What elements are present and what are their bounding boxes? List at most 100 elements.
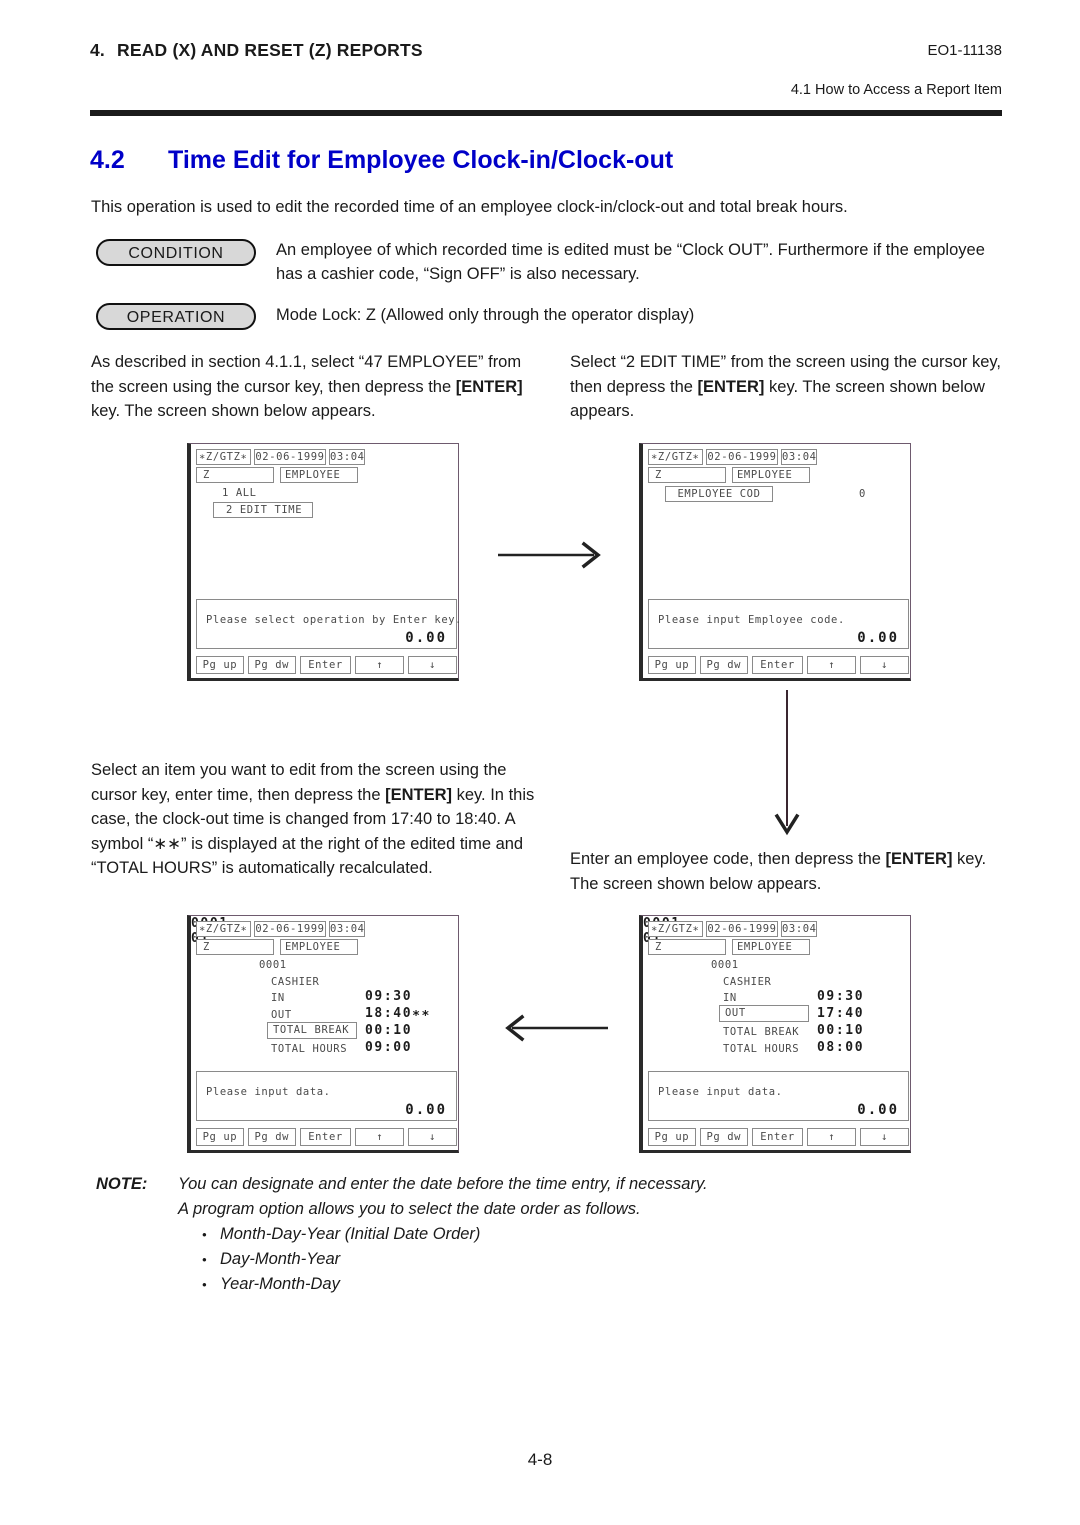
lcd-row-total-break-label[interactable]: TOTAL BREAK xyxy=(267,1022,357,1039)
softkey-arrow-down-icon[interactable]: ↓ xyxy=(408,1128,458,1146)
lcd-screen-employee-code: ∗Z/GTZ∗ 02-06-1999 03:04 Z EMPLOYEE EMPL… xyxy=(639,443,911,681)
lcd-softkey-row: Pg up Pg dw Enter ↑ ↓ xyxy=(196,656,458,674)
lcd-row-total-hours-label: TOTAL HOURS xyxy=(271,1043,348,1055)
lcd-message-text: Please input data. xyxy=(658,1086,783,1098)
softkey-enter[interactable]: Enter xyxy=(299,1128,352,1146)
header-doc-code: EO1-11138 xyxy=(927,42,1003,59)
lcd-message-box: Please input Employee code. 0.00 xyxy=(648,599,909,649)
lcd-employee-code-value: 0 xyxy=(859,488,866,500)
section-title-text: Time Edit for Employee Clock-in/Clock-ou… xyxy=(168,146,674,174)
lcd-menu-item-edit-time[interactable]: 2 EDIT TIME xyxy=(213,502,313,518)
enter-key-label: [ENTER] xyxy=(697,377,765,396)
note-label: NOTE: xyxy=(96,1175,148,1193)
lcd-cashier-label: CASHIER xyxy=(723,976,772,988)
step1-left-part-b: key. The screen shown below appears. xyxy=(91,402,376,420)
lcd-employee-code-value: 0001 xyxy=(259,959,287,971)
softkey-page-up[interactable]: Pg up xyxy=(648,1128,696,1146)
lcd-mode-field: ∗Z/GTZ∗ xyxy=(648,449,703,465)
lcd-row-total-break-value: 00:10 xyxy=(365,1023,413,1038)
lcd-mode-field: ∗Z/GTZ∗ xyxy=(648,921,703,937)
lcd-mode-z-field: Z xyxy=(196,467,274,483)
step2-right-part-a: Enter an employee code, then depress the xyxy=(570,850,886,868)
softkey-page-down[interactable]: Pg dw xyxy=(247,656,296,674)
lcd-row-total-hours-label: TOTAL HOURS xyxy=(723,1043,800,1055)
page-number: 4-8 xyxy=(527,1450,553,1469)
lcd-screen-time-edited: ∗Z/GTZ∗ 02-06-1999 03:04 Z EMPLOYEE 0001… xyxy=(187,915,459,1153)
softkey-enter[interactable]: Enter xyxy=(299,656,352,674)
lcd-employee-field: EMPLOYEE xyxy=(280,939,358,955)
flow-arrow-down-icon xyxy=(772,690,802,840)
note-body: You can designate and enter the date bef… xyxy=(178,1172,1002,1297)
header-chapter: 4. READ (X) AND RESET (Z) REPORTS xyxy=(90,40,423,61)
lcd-row-out-value: 18:40∗∗ xyxy=(365,1006,431,1021)
step1-right-text: Select “2 EDIT TIME” from the screen usi… xyxy=(570,350,1002,424)
note-line-1: You can designate and enter the date bef… xyxy=(178,1175,708,1193)
lcd-mode-field: ∗Z/GTZ∗ xyxy=(196,449,251,465)
lcd-softkey-row: Pg up Pg dw Enter ↑ ↓ xyxy=(648,656,910,674)
enter-key-label: [ENTER] xyxy=(455,377,523,396)
softkey-arrow-up-icon[interactable]: ↑ xyxy=(355,1128,405,1146)
intro-paragraph: This operation is used to edit the recor… xyxy=(91,198,848,216)
softkey-page-up[interactable]: Pg up xyxy=(196,656,244,674)
operation-text: Mode Lock: Z (Allowed only through the o… xyxy=(276,306,695,324)
note-list: Month-Day-Year (Initial Date Order) Day-… xyxy=(178,1222,1002,1297)
softkey-enter[interactable]: Enter xyxy=(751,1128,804,1146)
softkey-arrow-down-icon[interactable]: ↓ xyxy=(860,1128,910,1146)
header-divider xyxy=(90,110,1002,116)
page-title: 4.2 Time Edit for Employee Clock-in/Clock… xyxy=(90,146,1002,175)
softkey-page-down[interactable]: Pg dw xyxy=(699,1128,748,1146)
lcd-softkey-row: Pg up Pg dw Enter ↑ ↓ xyxy=(648,1128,910,1146)
lcd-amount-value: 0.00 xyxy=(857,630,899,646)
lcd-menu-item-all[interactable]: 1 ALL xyxy=(222,486,257,500)
softkey-page-down[interactable]: Pg dw xyxy=(699,656,748,674)
lcd-time-field: 03:04 xyxy=(329,449,365,465)
lcd-employee-field: EMPLOYEE xyxy=(732,467,810,483)
lcd-employee-field: EMPLOYEE xyxy=(280,467,358,483)
lcd-row-total-break-label[interactable]: TOTAL BREAK xyxy=(723,1025,799,1039)
lcd-time-field: 03:04 xyxy=(329,921,365,937)
lcd-date-field: 02-06-1999 xyxy=(254,449,326,465)
lcd-mode-z-field: Z xyxy=(648,939,726,955)
flow-arrow-right-icon xyxy=(498,540,608,570)
operation-badge: OPERATION xyxy=(96,303,256,330)
lcd-date-field: 02-06-1999 xyxy=(706,449,778,465)
lcd-row-total-hours-value: 09:00 xyxy=(365,1040,413,1055)
lcd-row-in-label[interactable]: IN xyxy=(271,991,285,1005)
lcd-softkey-row: Pg up Pg dw Enter ↑ ↓ xyxy=(196,1128,458,1146)
lcd-time-field: 03:04 xyxy=(781,921,817,937)
list-item: Day-Month-Year xyxy=(178,1247,1002,1272)
softkey-page-up[interactable]: Pg up xyxy=(196,1128,244,1146)
section-number: 4.2 xyxy=(90,146,125,174)
softkey-arrow-down-icon[interactable]: ↓ xyxy=(408,656,458,674)
lcd-date-field: 02-06-1999 xyxy=(254,921,326,937)
lcd-message-box: Please input data. 0.00 xyxy=(648,1071,909,1121)
note-line-2: A program option allows you to select th… xyxy=(178,1200,641,1218)
lcd-row-in-value: 09:30 xyxy=(365,989,413,1004)
lcd-row-in-label[interactable]: IN xyxy=(723,991,737,1005)
header-chapter-number: 4. xyxy=(90,40,105,60)
header-sub-reference: 4.1 How to Access a Report Item xyxy=(790,82,1002,98)
softkey-arrow-down-icon[interactable]: ↓ xyxy=(860,656,910,674)
lcd-amount-value: 0.00 xyxy=(405,630,447,646)
enter-key-label: [ENTER] xyxy=(885,850,953,868)
lcd-row-total-hours-value: 08:00 xyxy=(817,1040,865,1055)
lcd-time-field: 03:04 xyxy=(781,449,817,465)
softkey-page-up[interactable]: Pg up xyxy=(648,656,696,674)
lcd-employee-code-label[interactable]: EMPLOYEE COD xyxy=(665,486,773,502)
lcd-amount-value: 0.00 xyxy=(857,1102,899,1118)
lcd-row-out-label[interactable]: OUT xyxy=(719,1005,809,1022)
lcd-date-field: 02-06-1999 xyxy=(706,921,778,937)
flow-arrow-left-icon xyxy=(498,1013,608,1043)
lcd-message-text: Please select operation by Enter key. xyxy=(206,614,463,626)
header-chapter-title: READ (X) AND RESET (Z) REPORTS xyxy=(117,40,423,60)
lcd-mode-z-field: Z xyxy=(196,939,274,955)
softkey-enter[interactable]: Enter xyxy=(751,656,804,674)
lcd-row-out-label[interactable]: OUT xyxy=(271,1008,292,1022)
softkey-arrow-up-icon[interactable]: ↑ xyxy=(807,656,857,674)
lcd-message-text: Please input data. xyxy=(206,1086,331,1098)
lcd-row-total-break-value: 00:10 xyxy=(817,1023,865,1038)
softkey-arrow-up-icon[interactable]: ↑ xyxy=(355,656,405,674)
softkey-page-down[interactable]: Pg dw xyxy=(247,1128,296,1146)
softkey-arrow-up-icon[interactable]: ↑ xyxy=(807,1128,857,1146)
step2-right-text: Enter an employee code, then depress the… xyxy=(570,847,1010,896)
